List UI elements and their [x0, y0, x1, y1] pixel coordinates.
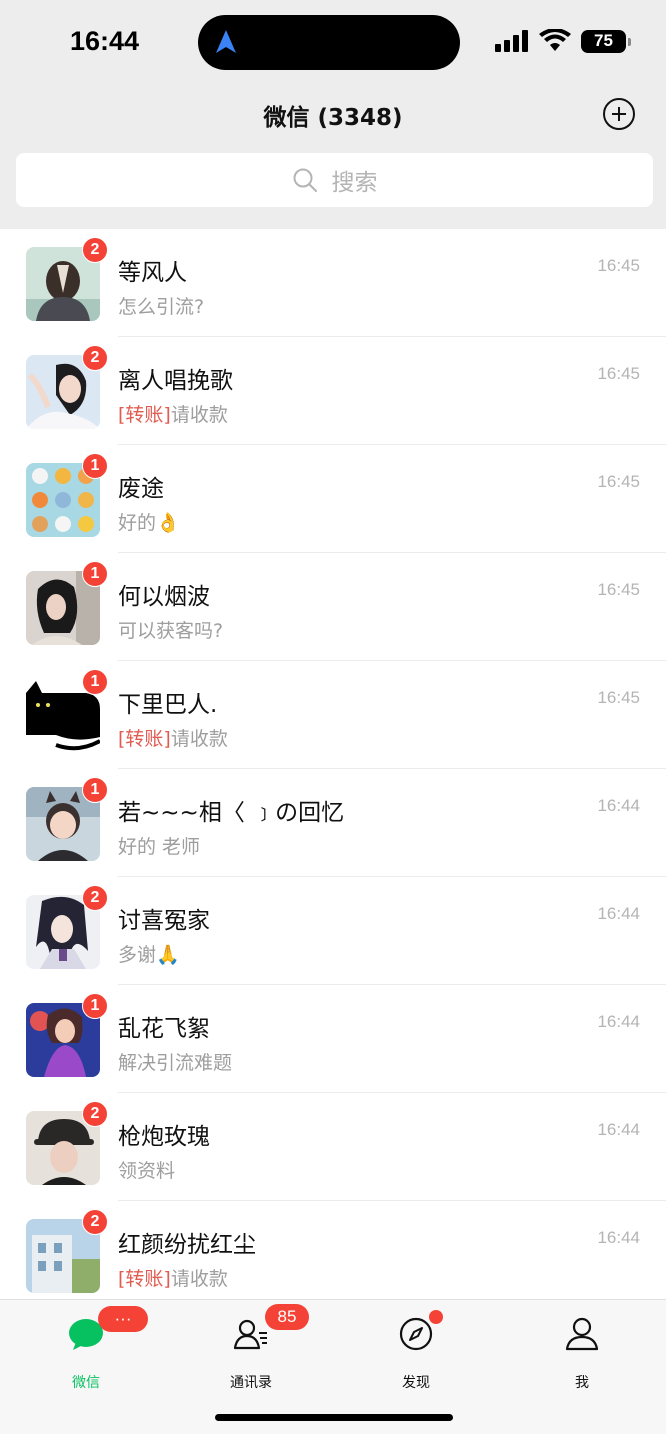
chat-list[interactable]: 2 等风人 怎么引流? 16:45 2 离人唱挽歌 [转账]请收款 16:45: [0, 229, 666, 1299]
unread-badge: 1: [82, 453, 108, 479]
chat-message: 怎么引流?: [118, 296, 205, 318]
discover-dot: [429, 1310, 443, 1324]
chat-name: 废途: [118, 476, 164, 502]
unread-badge: 2: [82, 1209, 108, 1235]
chat-preview: [转账]请收款: [118, 724, 228, 751]
chat-message: 可以获客吗?: [118, 620, 224, 642]
search-placeholder: 搜索: [331, 170, 378, 196]
status-bar: 16:44 75: [0, 0, 666, 86]
status-indicators: 75: [495, 29, 631, 53]
chat-row[interactable]: 1 废途 好的👌 16:45: [0, 445, 666, 553]
transfer-tag: [转账]: [118, 1268, 171, 1290]
chat-row[interactable]: 2 枪炮玫瑰 领资料 16:44: [0, 1093, 666, 1201]
unread-badge: 2: [82, 885, 108, 911]
chat-row[interactable]: 1 下里巴人. [转账]请收款 16:45: [0, 661, 666, 769]
chat-time: 16:44: [597, 1012, 640, 1031]
chat-time: 16:44: [597, 1120, 640, 1139]
unread-badge: 1: [82, 561, 108, 587]
chat-preview: [转账]请收款: [118, 400, 228, 427]
chat-name: 讨喜冤家: [118, 908, 210, 934]
chat-message: 好的👌: [118, 512, 180, 534]
battery-indicator: 75: [581, 29, 631, 53]
unread-badge: 1: [82, 777, 108, 803]
chat-time: 16:45: [597, 364, 640, 383]
chat-message: 请收款: [170, 1268, 228, 1290]
chat-message: 领资料: [118, 1160, 176, 1182]
chat-time: 16:45: [597, 580, 640, 599]
chat-name: 下里巴人.: [118, 692, 218, 718]
unread-badge: 2: [82, 345, 108, 371]
tab-label-discover: 发现: [402, 1375, 430, 1391]
chat-preview: [转账]请收款: [118, 1264, 228, 1291]
tab-label-contacts: 通讯录: [230, 1375, 272, 1391]
battery-level: 75: [594, 31, 613, 50]
search-input[interactable]: 搜索: [16, 153, 653, 207]
chat-row[interactable]: 1 乱花飞絮 解决引流难题 16:44: [0, 985, 666, 1093]
chat-message: 多谢🙏: [118, 944, 180, 966]
chat-preview: 领资料: [118, 1156, 175, 1183]
chat-preview: 可以获客吗?: [118, 616, 223, 643]
status-time: 16:44: [70, 26, 140, 56]
chat-row[interactable]: 2 等风人 怎么引流? 16:45: [0, 229, 666, 337]
page-title: 微信 (3348): [263, 105, 403, 131]
chats-unread-badge: ···: [98, 1306, 148, 1332]
chat-row[interactable]: 2 离人唱挽歌 [转账]请收款 16:45: [0, 337, 666, 445]
chat-row[interactable]: 2 讨喜冤家 多谢🙏 16:44: [0, 877, 666, 985]
chat-row[interactable]: 2 红颜纷扰红尘 [转账]请收款 16:44: [0, 1201, 666, 1299]
chat-preview: 好的👌: [118, 508, 180, 535]
wifi-icon: [539, 29, 571, 51]
unread-badge: 2: [82, 237, 108, 263]
contacts-icon: [233, 1319, 267, 1350]
chat-name: 何以烟波: [118, 584, 210, 610]
tab-me[interactable]: 我: [532, 1316, 632, 1391]
chat-name: 红颜纷扰红尘: [118, 1232, 256, 1258]
tab-label-me: 我: [575, 1375, 589, 1391]
transfer-tag: [转账]: [118, 404, 171, 426]
chat-time: 16:44: [597, 796, 640, 815]
compass-icon: [399, 1317, 433, 1351]
chat-preview: 怎么引流?: [118, 292, 204, 319]
tab-label-chats: 微信: [72, 1375, 100, 1391]
chat-row[interactable]: 1 何以烟波 可以获客吗? 16:45: [0, 553, 666, 661]
chat-message: 解决引流难题: [118, 1052, 233, 1074]
unread-badge: 1: [82, 669, 108, 695]
home-indicator[interactable]: [215, 1414, 453, 1421]
chat-name: 离人唱挽歌: [118, 368, 233, 394]
header: 微信 (3348): [0, 86, 666, 144]
dynamic-island: [198, 15, 460, 70]
add-button[interactable]: [603, 98, 635, 130]
chat-message: 请收款: [170, 404, 228, 426]
cellular-signal-icon: [495, 30, 528, 52]
chat-time: 16:45: [597, 256, 640, 275]
chat-time: 16:44: [597, 904, 640, 923]
chat-time: 16:44: [597, 1228, 640, 1247]
location-arrow-icon: [216, 30, 236, 53]
chat-preview: 好的 老师: [118, 832, 200, 859]
chat-name: 枪炮玫瑰: [118, 1124, 210, 1150]
chat-name: 乱花飞絮: [118, 1016, 210, 1042]
chat-message: 好的 老师: [118, 836, 201, 858]
tab-discover[interactable]: 发现: [366, 1310, 466, 1391]
transfer-tag: [转账]: [118, 728, 171, 750]
chat-name: 若~~~相〈 ﹞の回忆: [118, 800, 345, 826]
person-icon: [565, 1317, 599, 1351]
contacts-badge: 85: [265, 1304, 309, 1330]
chat-row[interactable]: 1 若~~~相〈 ﹞の回忆 好的 老师 16:44: [0, 769, 666, 877]
unread-badge: 2: [82, 1101, 108, 1127]
chat-preview: 解决引流难题: [118, 1048, 232, 1075]
tab-chats[interactable]: ··· 微信: [36, 1306, 148, 1391]
unread-badge: 1: [82, 993, 108, 1019]
search-icon: [293, 168, 317, 192]
chat-name: 等风人: [118, 260, 187, 286]
tab-contacts[interactable]: 85 通讯录: [201, 1304, 309, 1391]
chat-time: 16:45: [597, 688, 640, 707]
chat-message: 请收款: [170, 728, 228, 750]
chat-time: 16:45: [597, 472, 640, 491]
chat-preview: 多谢🙏: [118, 940, 180, 967]
